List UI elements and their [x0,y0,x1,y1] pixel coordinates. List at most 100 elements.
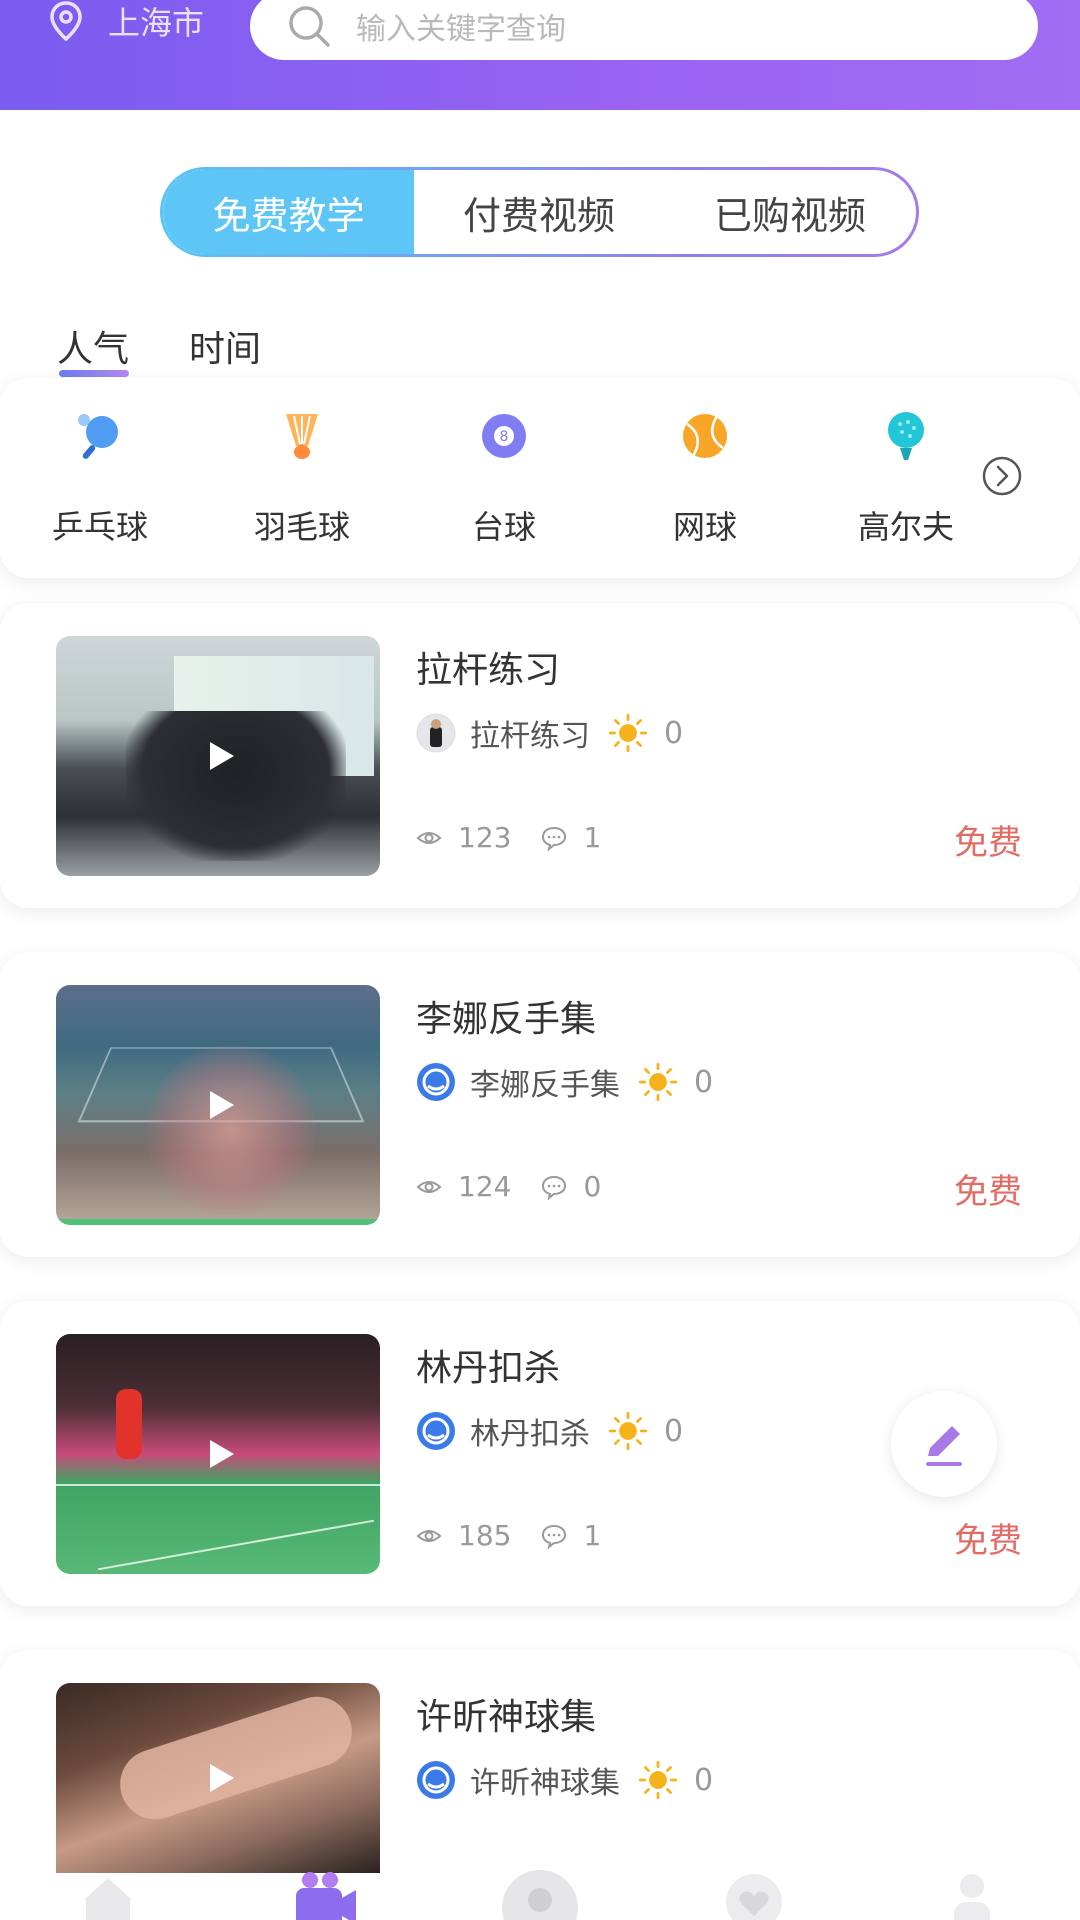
active-tab-indicator [59,370,129,377]
sort-tab-label: 时间 [189,329,262,370]
heart-icon[interactable] [724,1868,784,1920]
comment-count: 1 [583,821,602,854]
author-name: 拉杆练习 [470,719,590,754]
play-icon [210,1091,234,1119]
location-selector[interactable]: 上海市 [44,0,204,42]
sort-tab-label: 人气 [57,329,130,370]
video-title: 拉杆练习 [416,650,561,691]
category-label: 羽毛球 [253,508,350,546]
search-icon [289,6,330,47]
segment-paid-video[interactable]: 付费视频 [414,170,664,254]
video-author: 林丹扣杀 0 [416,1409,683,1453]
video-thumbnail[interactable] [56,636,380,876]
category-panel: 乒乓球 羽毛球 8 台球 网球 高尔夫 [0,378,1080,578]
sort-tab-popularity[interactable]: 人气 [57,320,130,377]
play-icon [210,1440,234,1468]
segment-free-teaching[interactable]: 免费教学 [163,170,414,254]
category-item-tennis[interactable]: 网球 [605,408,805,548]
sun-icon [638,1062,678,1102]
video-thumbnail[interactable] [56,1334,380,1574]
avatar [417,1761,455,1799]
video-author: 李娜反手集 0 [416,1060,713,1104]
like-count: 0 [664,715,684,751]
player-face [146,1045,316,1215]
author-name: 林丹扣杀 [470,1417,590,1452]
video-stats: 185 1 [416,1519,631,1552]
ping-pong-icon [78,414,118,459]
sun-icon [608,1411,648,1451]
category-item-golf[interactable]: 高尔夫 [806,408,1006,548]
category-label: 网球 [672,508,737,546]
bottom-navigation [0,1868,1080,1920]
progress-strip [56,1219,380,1225]
user-icon[interactable] [950,1868,994,1920]
location-label: 上海市 [108,4,205,42]
author-name: 李娜反手集 [470,1068,620,1103]
view-count: 124 [458,1170,512,1203]
home-icon[interactable] [80,1868,136,1920]
view-count: 123 [458,821,512,854]
video-title: 许昕神球集 [416,1697,597,1738]
avatar [416,713,456,753]
view-count: 185 [458,1519,512,1552]
comment-icon [542,826,567,851]
like-count: 0 [664,1413,684,1449]
sun-icon [638,1760,678,1800]
chevron-right-circle-icon[interactable] [981,455,1023,497]
video-card[interactable]: 拉杆练习 拉杆练习 0 123 1 免费 [0,603,1080,908]
publish-button[interactable] [891,1391,997,1497]
price-label: 免费 [954,1172,1022,1212]
category-item-pingpong[interactable]: 乒乓球 [0,408,200,548]
billiard-ball-icon: 8 [482,414,526,458]
video-thumbnail[interactable] [56,985,380,1225]
group-photo [126,711,346,861]
search-input[interactable]: 输入关键字查询 [250,0,1038,60]
court-line [56,1484,380,1486]
category-label: 乒乓球 [51,508,148,546]
like-count: 0 [694,1064,714,1100]
golf-ball-icon [888,412,924,460]
author-name: 许昕神球集 [470,1766,620,1801]
comment-icon [542,1524,567,1549]
player-figure [116,1389,142,1459]
eye-icon [416,831,442,844]
category-label: 台球 [471,508,536,546]
price-label: 免费 [954,823,1022,863]
video-camera-icon[interactable] [290,1868,358,1920]
segment-purchased-video[interactable]: 已购视频 [664,170,916,254]
play-icon [210,742,234,770]
profile-center-icon[interactable] [500,1868,580,1920]
top-header: 上海市 输入关键字查询 [0,0,1080,110]
svg-text:8: 8 [500,429,509,445]
shuttlecock-icon [286,414,318,459]
search-placeholder: 输入关键字查询 [356,12,566,47]
play-icon [210,1764,234,1792]
tennis-ball-icon [683,414,727,458]
sun-icon [608,713,648,753]
video-card[interactable]: 李娜反手集 李娜反手集 0 124 0 免费 [0,952,1080,1257]
video-thumbnail[interactable] [56,1683,380,1873]
sort-tab-time[interactable]: 时间 [189,320,261,372]
video-author: 许昕神球集 0 [416,1758,713,1802]
comment-count: 0 [583,1170,602,1203]
comment-icon [542,1175,567,1200]
video-stats: 124 0 [416,1170,631,1203]
eye-icon [416,1529,442,1542]
location-pin-icon [50,1,82,42]
video-stats: 123 1 [416,821,631,854]
avatar [417,1412,455,1450]
player-arm [111,1687,361,1829]
video-title: 林丹扣杀 [416,1348,561,1389]
court-line [97,1519,375,1571]
category-label: 高尔夫 [857,508,954,546]
price-label: 免费 [954,1521,1022,1561]
eye-icon [416,1180,442,1193]
category-item-billiards[interactable]: 8 台球 [404,408,604,548]
like-count: 0 [694,1762,714,1798]
comment-count: 1 [583,1519,602,1552]
video-title: 李娜反手集 [416,999,597,1040]
video-author: 拉杆练习 0 [416,711,683,755]
pencil-icon [926,1426,962,1466]
category-item-badminton[interactable]: 羽毛球 [202,408,402,548]
avatar [417,1063,455,1101]
